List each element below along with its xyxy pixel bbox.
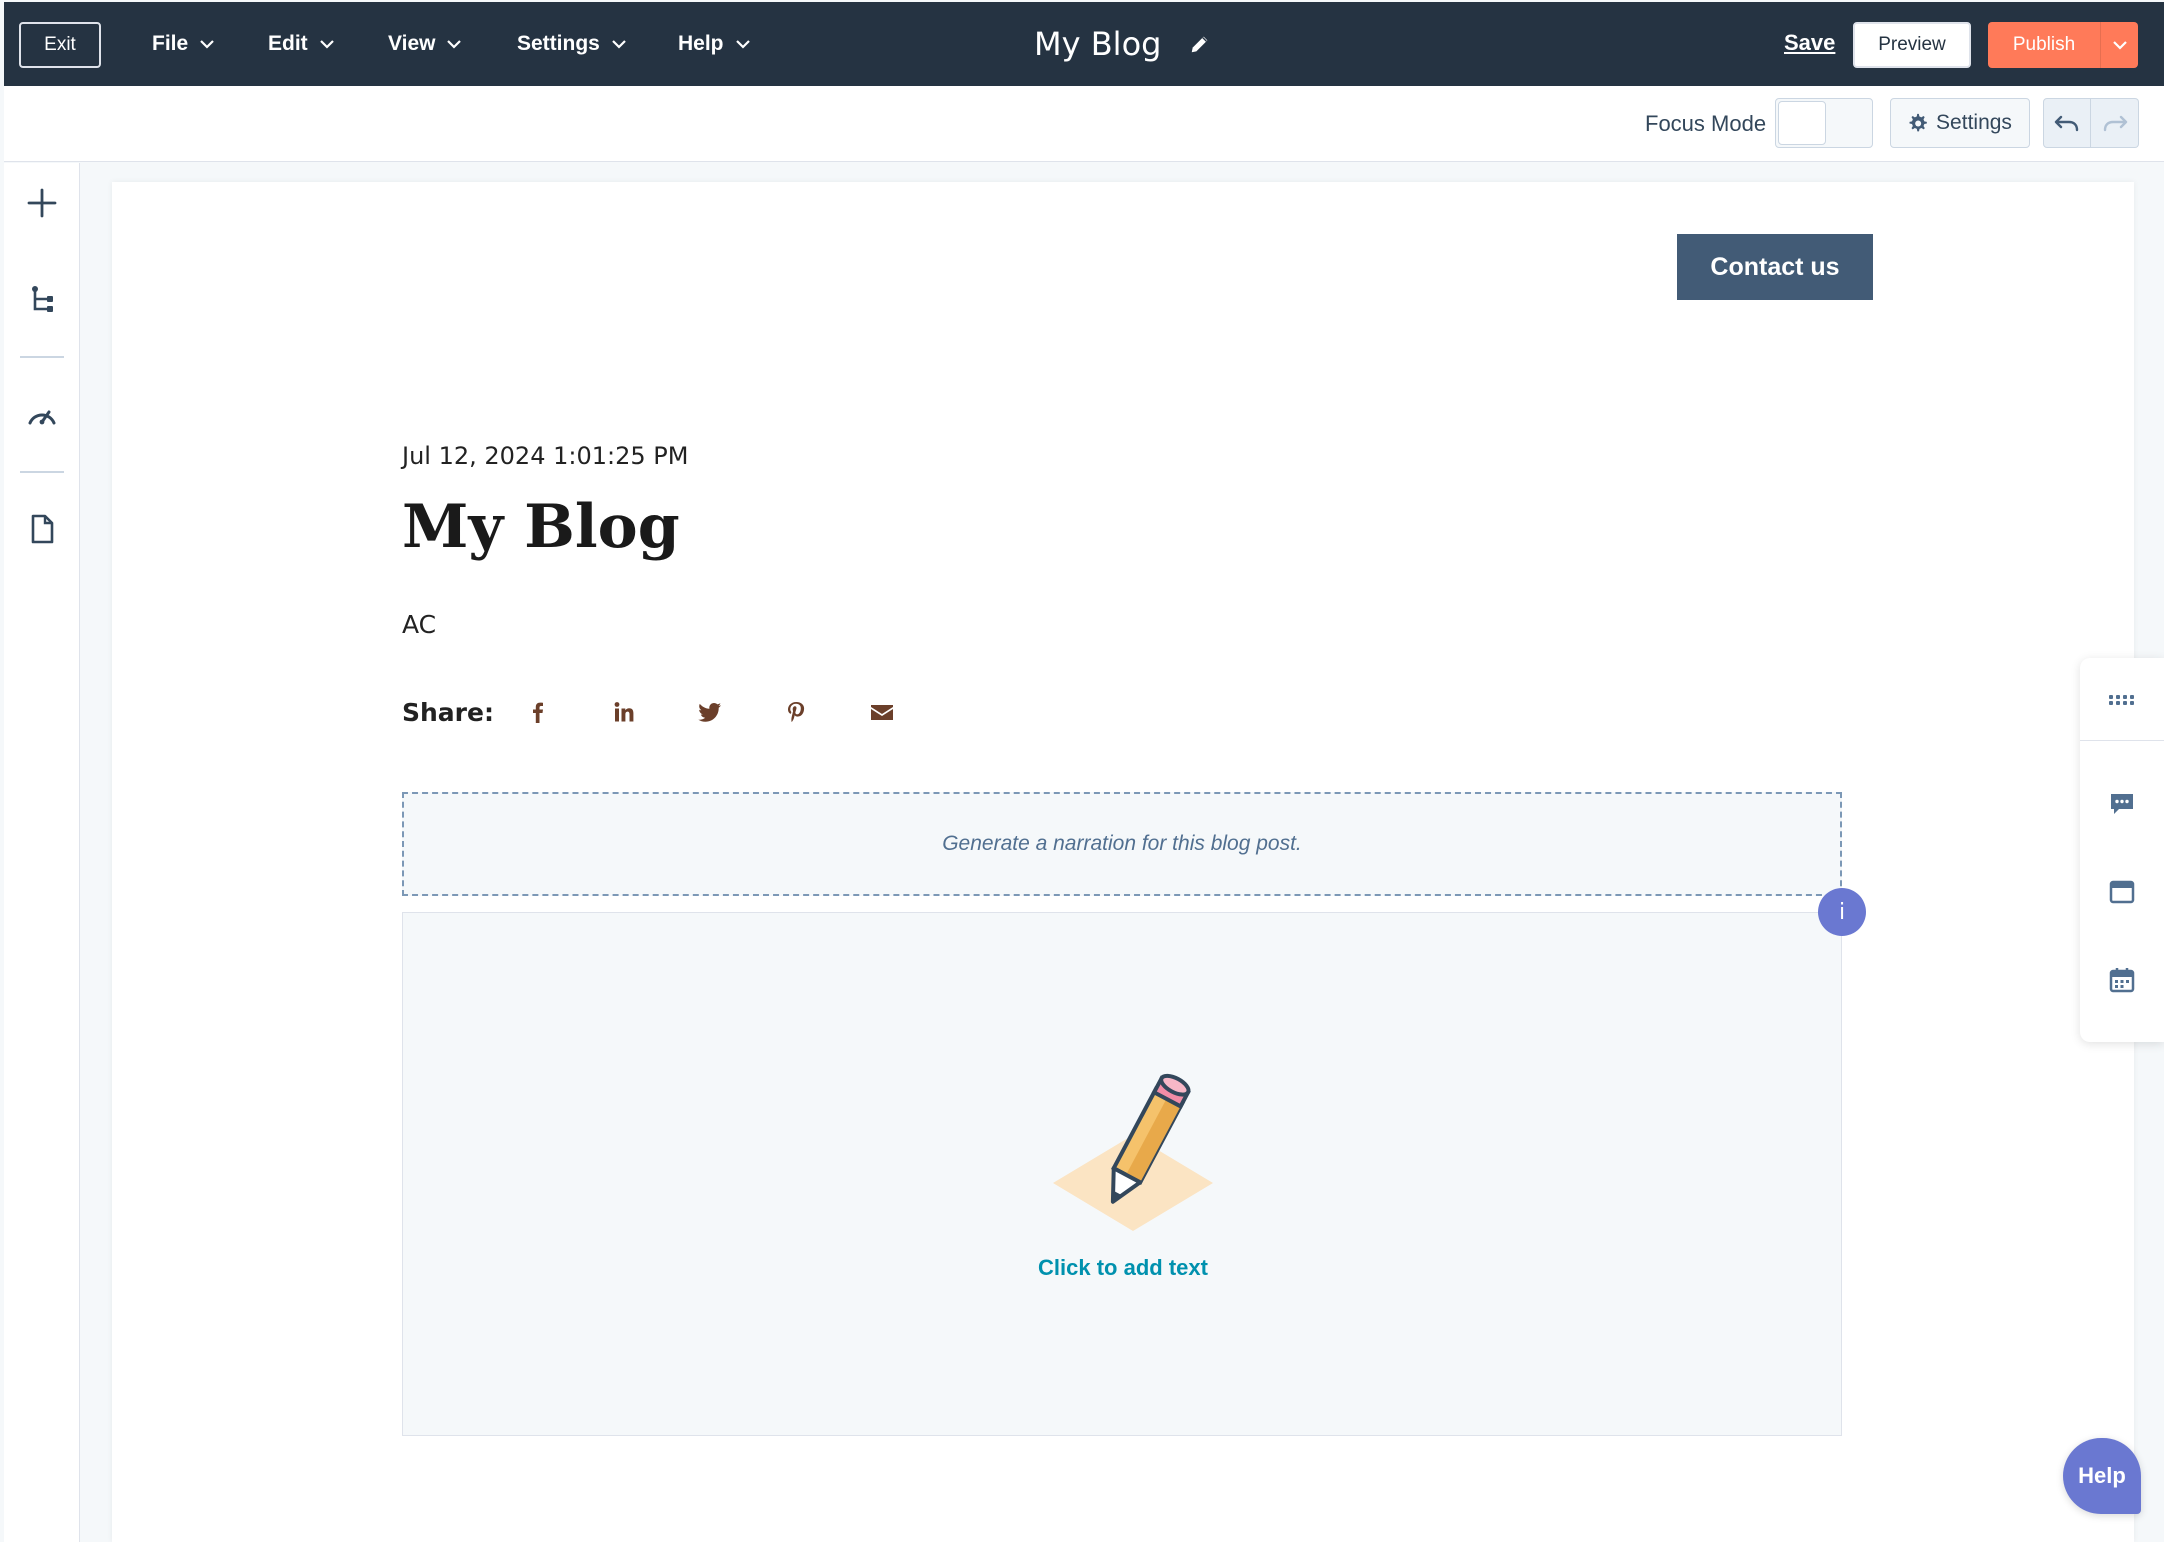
narration-text: Generate a narration for this blog post.: [942, 832, 1302, 855]
add-module-button[interactable]: [18, 179, 66, 227]
editor-toolbar: Focus Mode Settings: [4, 86, 2164, 162]
pinterest-share-button[interactable]: [778, 694, 814, 730]
inbox-icon: [2109, 880, 2135, 904]
toggle-knob: [1778, 101, 1826, 145]
apps-grid-button[interactable]: [2098, 676, 2146, 724]
left-sidebar: [4, 163, 80, 1542]
settings-button-label: Settings: [1936, 111, 2012, 134]
social-share-row: Share:: [402, 690, 950, 734]
focus-mode-toggle[interactable]: [1775, 98, 1873, 148]
rich-text-module[interactable]: Click to add text: [402, 912, 1842, 1436]
grid-dots-icon: [2109, 695, 2134, 705]
chevron-down-icon: [2112, 40, 2127, 50]
focus-mode-label: Focus Mode: [1645, 111, 1767, 136]
info-badge[interactable]: i: [1818, 888, 1866, 936]
post-title[interactable]: My Blog: [402, 492, 680, 562]
divider: [20, 356, 64, 358]
pencil-illustration-icon: [1053, 1073, 1213, 1231]
menu-help-label: Help: [678, 32, 724, 55]
optimize-button[interactable]: [18, 391, 66, 439]
gear-icon: [1909, 113, 1927, 132]
post-date[interactable]: Jul 12, 2024 1:01:25 PM: [402, 442, 688, 470]
right-side-panel: [2080, 658, 2164, 1042]
chevron-down-icon: [447, 39, 462, 49]
chevron-down-icon: [319, 39, 334, 49]
settings-button[interactable]: Settings: [1890, 98, 2030, 148]
document-title: My Blog: [1034, 25, 1162, 63]
speedometer-icon: [28, 410, 56, 425]
narration-placeholder[interactable]: Generate a narration for this blog post.: [402, 792, 1842, 896]
save-button[interactable]: Save: [1784, 30, 1835, 56]
chevron-down-icon: [735, 39, 750, 49]
facebook-icon: [532, 702, 543, 723]
menu-settings-label: Settings: [517, 32, 600, 55]
email-share-button[interactable]: [864, 694, 900, 730]
document-title-area: My Blog: [1034, 2, 1211, 86]
menu-edit-label: Edit: [268, 32, 308, 55]
share-label: Share:: [402, 697, 494, 727]
divider: [2080, 740, 2164, 741]
comments-button[interactable]: [2098, 780, 2146, 828]
undo-button[interactable]: [2043, 98, 2091, 148]
page-button[interactable]: [18, 505, 66, 553]
linkedin-share-button[interactable]: [606, 694, 642, 730]
chevron-down-icon: [200, 39, 214, 49]
add-text-label[interactable]: Click to add text: [403, 1255, 1843, 1281]
pencil-icon[interactable]: [1189, 33, 1211, 55]
divider: [20, 471, 64, 473]
layout-tree-button[interactable]: [18, 275, 66, 323]
inbox-button[interactable]: [2098, 868, 2146, 916]
menu-help[interactable]: Help: [678, 2, 750, 86]
undo-icon: [2054, 115, 2079, 132]
email-icon: [870, 705, 893, 720]
calendar-button[interactable]: [2098, 956, 2146, 1004]
exit-button[interactable]: Exit: [19, 22, 101, 68]
redo-icon: [2103, 115, 2127, 132]
menu-view-label: View: [388, 32, 436, 55]
calendar-icon: [2109, 968, 2135, 993]
menu-file[interactable]: File: [152, 2, 214, 86]
top-navigation-bar: Exit File Edit View Settings Help My Blo…: [4, 2, 2164, 86]
page-canvas: Contact us Jul 12, 2024 1:01:25 PM My Bl…: [112, 182, 2134, 1542]
post-author[interactable]: AC: [402, 610, 436, 639]
contact-us-button[interactable]: Contact us: [1677, 234, 1873, 300]
publish-button[interactable]: Publish: [1988, 22, 2100, 68]
tree-structure-icon: [32, 286, 53, 312]
menu-view[interactable]: View: [388, 2, 462, 86]
document-icon: [31, 514, 54, 544]
publish-options-dropdown[interactable]: [2100, 22, 2138, 68]
menu-file-label: File: [152, 32, 189, 55]
help-chat-button[interactable]: Help: [2063, 1438, 2141, 1514]
twitter-share-button[interactable]: [692, 694, 728, 730]
menu-settings[interactable]: Settings: [517, 2, 626, 86]
facebook-share-button[interactable]: [520, 694, 556, 730]
preview-button[interactable]: Preview: [1853, 22, 1971, 68]
twitter-icon: [698, 703, 721, 722]
chat-icon: [2111, 794, 2133, 814]
menu-edit[interactable]: Edit: [268, 2, 334, 86]
linkedin-icon: [614, 702, 634, 722]
pinterest-icon: [787, 702, 805, 722]
redo-button[interactable]: [2091, 98, 2139, 148]
add-icon: [27, 188, 57, 218]
chevron-down-icon: [612, 39, 626, 49]
